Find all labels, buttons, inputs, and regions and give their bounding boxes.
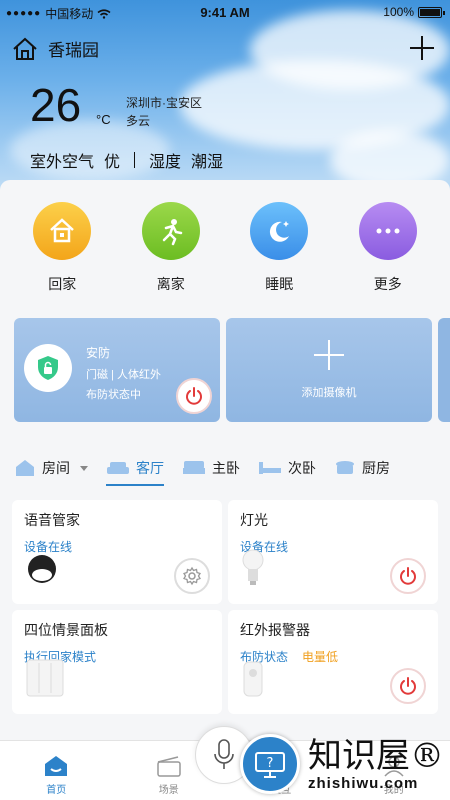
location-block: 深圳市·宝安区 多云 bbox=[126, 94, 202, 130]
room-label: 客厅 bbox=[136, 460, 164, 476]
scene-label: 离家 bbox=[156, 276, 185, 292]
tab-scenes[interactable]: 场景 bbox=[134, 754, 204, 796]
alarm-power-button[interactable] bbox=[390, 668, 426, 704]
room-label: 房间 bbox=[42, 460, 70, 476]
tab-home[interactable]: 首页 bbox=[21, 754, 91, 796]
home-icon bbox=[13, 37, 37, 60]
scene-label: 回家 bbox=[48, 276, 77, 292]
home-scene-icon bbox=[33, 202, 92, 260]
smart-speaker-icon bbox=[26, 553, 58, 592]
scene-row: 回家 离家 睡眠 更多 bbox=[0, 202, 450, 294]
watermark-sub: zhishiwu.com bbox=[308, 774, 419, 792]
security-title: 安防 bbox=[86, 346, 111, 360]
home-name: 香瑞园 bbox=[48, 41, 99, 60]
low-battery-warning: 电量低 bbox=[302, 650, 339, 664]
scene-home[interactable]: 回家 bbox=[17, 202, 107, 294]
monitor-question-icon: ? bbox=[240, 734, 300, 794]
microphone-icon bbox=[214, 739, 234, 769]
security-power-button[interactable] bbox=[176, 378, 212, 414]
main-content: 回家 离家 睡眠 更多 安防 门磁 | 人体红外 布防状态中 添加摄像机 房间 … bbox=[0, 180, 450, 740]
room-tabs: 房间 客厅 主卧 次卧 厨房 bbox=[14, 450, 450, 486]
device-title: 红外报警器 bbox=[240, 622, 310, 638]
battery-icon bbox=[418, 6, 445, 18]
banner-row: 安防 门磁 | 人体红外 布防状态中 添加摄像机 bbox=[14, 318, 450, 422]
svg-text:?: ? bbox=[267, 756, 274, 771]
add-camera-banner[interactable]: 添加摄像机 bbox=[226, 318, 432, 422]
tab-label: 首页 bbox=[46, 785, 67, 796]
temperature: 26 bbox=[30, 79, 82, 131]
air-quality-row: 室外空气 优 湿度 潮湿 bbox=[30, 148, 223, 172]
switch-panel-icon bbox=[26, 659, 64, 702]
bed-icon bbox=[259, 462, 281, 474]
home-face-icon bbox=[45, 756, 68, 776]
tab-kitchen[interactable]: 厨房 bbox=[334, 458, 390, 478]
battery-percent: 100% bbox=[383, 5, 414, 19]
watermark-main: 知识屋® bbox=[308, 735, 444, 776]
home-selector[interactable]: 香瑞园 bbox=[12, 36, 99, 61]
add-camera-label: 添加摄像机 bbox=[301, 387, 357, 399]
air-label: 室外空气 bbox=[30, 154, 95, 171]
device-card-light[interactable]: 灯光 设备在线 bbox=[228, 500, 438, 604]
add-button[interactable] bbox=[408, 34, 436, 62]
humidity-value: 潮湿 bbox=[191, 154, 224, 171]
scene-more[interactable]: 更多 bbox=[343, 202, 433, 294]
shield-lock-icon bbox=[24, 344, 72, 392]
light-power-button[interactable] bbox=[390, 558, 426, 594]
air-value: 优 bbox=[104, 154, 121, 171]
sofa-icon bbox=[107, 462, 129, 474]
house-icon bbox=[16, 460, 34, 476]
power-icon bbox=[186, 387, 202, 405]
temperature-unit: °C bbox=[96, 112, 111, 127]
bed-icon bbox=[183, 461, 205, 474]
plus-icon bbox=[314, 340, 344, 370]
device-card-scene-panel[interactable]: 四位情景面板 执行回家模式 bbox=[12, 610, 222, 714]
security-devices: 门磁 | 人体红外 bbox=[86, 369, 161, 381]
power-icon bbox=[400, 677, 416, 695]
next-banner-peek[interactable] bbox=[438, 318, 450, 422]
device-title: 灯光 bbox=[240, 512, 268, 528]
humidity-label: 湿度 bbox=[149, 154, 182, 171]
room-label: 厨房 bbox=[362, 460, 390, 476]
room-label: 主卧 bbox=[212, 460, 240, 476]
scene-sleep[interactable]: 睡眠 bbox=[234, 202, 324, 294]
chevron-down-icon bbox=[80, 465, 88, 471]
more-dots-icon bbox=[358, 202, 417, 260]
settings-button[interactable] bbox=[174, 558, 210, 594]
device-card-ir-alarm[interactable]: 红外报警器 布防状态 电量低 bbox=[228, 610, 438, 714]
scene-away[interactable]: 离家 bbox=[126, 202, 216, 294]
moon-icon bbox=[250, 202, 309, 260]
scene-label: 更多 bbox=[373, 276, 402, 292]
device-title: 语音管家 bbox=[24, 512, 80, 528]
power-icon bbox=[400, 567, 416, 585]
device-title: 四位情景面板 bbox=[24, 622, 108, 638]
status-bar: ●●●●● 中国移动 9:41 AM 100% bbox=[0, 0, 450, 24]
room-label: 次卧 bbox=[288, 460, 316, 476]
location: 深圳市·宝安区 bbox=[126, 96, 202, 110]
security-status: 布防状态中 bbox=[86, 389, 141, 401]
scene-label: 睡眠 bbox=[265, 276, 294, 292]
pot-icon bbox=[336, 461, 354, 474]
running-person-icon bbox=[141, 202, 200, 260]
clapperboard-icon bbox=[157, 756, 181, 777]
tab-second-bedroom[interactable]: 次卧 bbox=[258, 458, 316, 478]
tab-master-bedroom[interactable]: 主卧 bbox=[182, 458, 240, 478]
divider bbox=[134, 152, 136, 168]
motion-sensor-icon bbox=[242, 661, 264, 702]
room-dropdown[interactable]: 房间 bbox=[14, 458, 88, 478]
light-bulb-icon bbox=[242, 549, 264, 592]
security-banner[interactable]: 安防 门磁 | 人体红外 布防状态中 bbox=[14, 318, 220, 422]
watermark: ? 知识屋® zhishiwu.com bbox=[240, 734, 444, 794]
device-grid: 语音管家 设备在线 灯光 设备在线 四位情景面板 执行回家模式 红外报警器 布防… bbox=[12, 500, 438, 714]
tab-living-room[interactable]: 客厅 bbox=[106, 458, 164, 486]
weather-condition: 多云 bbox=[126, 114, 151, 128]
tab-label: 场景 bbox=[158, 785, 179, 796]
gear-icon bbox=[183, 566, 201, 586]
device-card-voice[interactable]: 语音管家 设备在线 bbox=[12, 500, 222, 604]
